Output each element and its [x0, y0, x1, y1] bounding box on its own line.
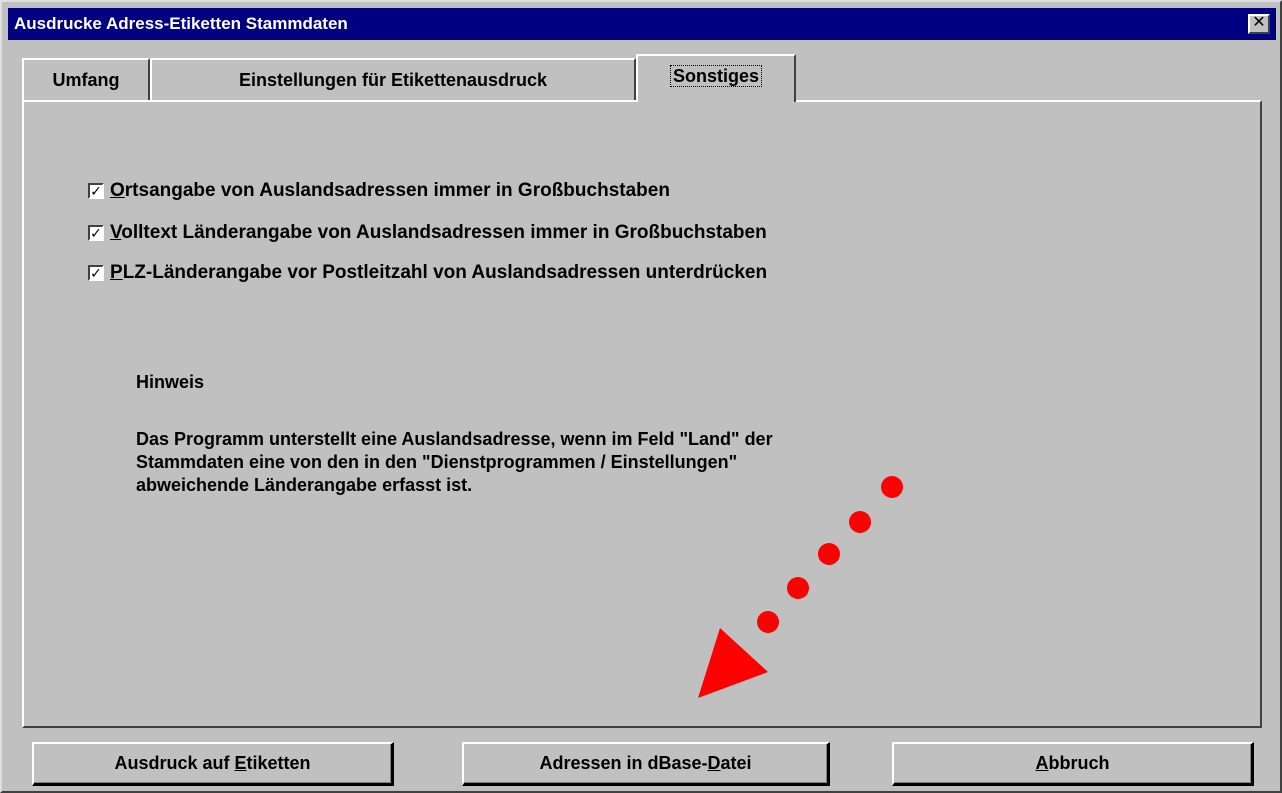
dbase-export-button[interactable]: Adressen in dBase-Datei [462, 742, 830, 786]
tab-einstellungen-label: Einstellungen für Etikettenausdruck [238, 70, 548, 90]
hint-line: abweichende Länderangabe erfasst ist. [136, 475, 473, 495]
option-suppress-plz-country-label: PLZ-Länderangabe vor Postleitzahl von Au… [110, 262, 768, 283]
option-uppercase-city-label: Ortsangabe von Auslandsadressen immer in… [110, 180, 670, 201]
hint-line: Stammdaten eine von den in den "Dienstpr… [136, 452, 738, 472]
option-uppercase-city[interactable]: ✓ Ortsangabe von Auslandsadressen immer … [88, 178, 670, 204]
close-button[interactable]: ✕ [1248, 14, 1270, 34]
option-suppress-plz-country[interactable]: ✓ PLZ-Länderangabe vor Postleitzahl von … [88, 260, 767, 286]
tab-einstellungen[interactable]: Einstellungen für Etikettenausdruck [150, 58, 636, 100]
cancel-button[interactable]: Abbruch [892, 742, 1254, 786]
checkbox-uppercase-country[interactable]: ✓ [88, 225, 104, 241]
tab-sonstiges[interactable]: Sonstiges [636, 54, 796, 102]
option-uppercase-country[interactable]: ✓ Volltext Länderangabe von Auslandsadre… [88, 220, 767, 246]
close-icon: ✕ [1252, 14, 1266, 31]
tab-sonstiges-label: Sonstiges [669, 65, 763, 87]
dialog-window: Ausdrucke Adress-Etiketten Stammdaten ✕ … [0, 0, 1282, 793]
hint-line: Das Programm unterstellt eine Auslandsad… [136, 429, 773, 449]
checkbox-suppress-plz-country[interactable]: ✓ [88, 265, 104, 281]
window-title: Ausdrucke Adress-Etiketten Stammdaten [14, 14, 348, 33]
option-uppercase-country-label: Volltext Länderangabe von Auslandsadress… [110, 222, 767, 243]
tab-panel-sonstiges: ✓ Ortsangabe von Auslandsadressen immer … [22, 100, 1262, 728]
print-labels-button[interactable]: Ausdruck auf Etiketten [32, 742, 394, 786]
tab-umfang[interactable]: Umfang [22, 58, 150, 100]
hint-text: Das Programm unterstellt eine Auslandsad… [136, 428, 1116, 497]
checkbox-uppercase-city[interactable]: ✓ [88, 183, 104, 199]
hint-heading: Hinweis [136, 372, 205, 392]
tab-umfang-label: Umfang [52, 70, 120, 90]
title-bar: Ausdrucke Adress-Etiketten Stammdaten ✕ [8, 8, 1276, 40]
